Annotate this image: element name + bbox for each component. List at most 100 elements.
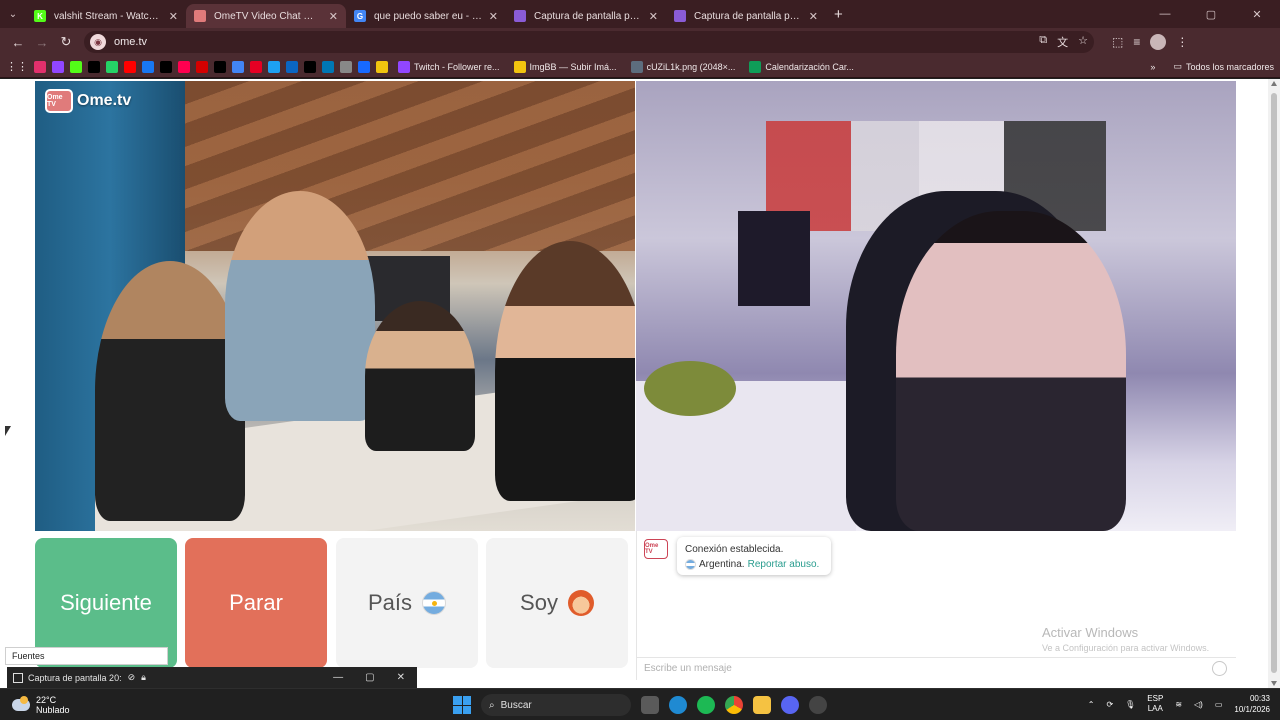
bookmark-favicon-icon[interactable] xyxy=(124,60,136,73)
person-4 xyxy=(495,241,635,501)
bookmark-favicon-icon[interactable] xyxy=(322,60,334,73)
more-bookmarks-icon[interactable]: » xyxy=(1150,62,1155,72)
page-scrollbar[interactable] xyxy=(1268,79,1280,688)
logo-text: Ome.tv xyxy=(77,92,132,109)
lang-primary: ESP xyxy=(1147,694,1164,703)
new-tab-button[interactable]: + xyxy=(834,6,843,23)
language-indicator[interactable]: ESP LAA xyxy=(1147,694,1163,714)
discord-icon[interactable] xyxy=(781,696,799,714)
capture-close-icon[interactable]: ✕ xyxy=(397,672,405,683)
reading-list-icon[interactable]: ≡ xyxy=(1133,35,1140,49)
ometv-page: Ome TV Ome.tv Siguiente Parar País Soy O… xyxy=(0,79,1280,688)
country-button[interactable]: País xyxy=(336,538,478,668)
weather-widget[interactable]: 22°C Nublado xyxy=(12,695,70,715)
bookmark-item[interactable]: Twitch - Follower re... xyxy=(398,60,500,73)
bookmark-item[interactable]: cUZiL1k.png (2048×... xyxy=(630,60,735,73)
stop-button[interactable]: Parar xyxy=(185,538,327,668)
bookmark-favicon-icon[interactable] xyxy=(106,60,118,73)
reload-icon[interactable]: ↻ xyxy=(54,30,78,54)
scroll-up-icon[interactable] xyxy=(1271,81,1277,86)
bookmark-favicon-icon[interactable] xyxy=(250,60,262,73)
profile-avatar[interactable] xyxy=(1150,34,1167,50)
close-icon[interactable]: ✕ xyxy=(1234,0,1280,28)
edge-icon[interactable] xyxy=(669,696,687,714)
report-abuse-link[interactable]: Reportar abuso. xyxy=(748,557,820,572)
tab-close-icon[interactable]: ✕ xyxy=(169,10,178,23)
bookmark-favicon-icon[interactable] xyxy=(196,60,208,73)
bookmark-item[interactable]: Calendarización Car... xyxy=(749,60,854,73)
gender-button[interactable]: Soy xyxy=(486,538,628,668)
tab-close-icon[interactable]: ✕ xyxy=(649,10,658,23)
obs-icon[interactable] xyxy=(809,696,827,714)
person-1 xyxy=(95,261,245,521)
bookmark-favicon-icon[interactable] xyxy=(88,60,100,73)
microphone-icon[interactable]: 🎙︎ xyxy=(1125,700,1135,709)
scroll-down-icon[interactable] xyxy=(1271,681,1277,686)
capture-maximize-icon[interactable]: ▢ xyxy=(365,672,374,683)
activate-windows-title: Activar Windows xyxy=(1042,625,1139,640)
sync-icon[interactable]: ⟳ xyxy=(1106,700,1113,709)
wifi-icon[interactable]: ≋ xyxy=(1175,700,1182,709)
bookmark-favicon-icon[interactable] xyxy=(358,60,370,73)
browser-tab[interactable]: Kvalshit Stream - Watch Live on K ✕ xyxy=(26,4,186,28)
bookmark-favicon-icon[interactable] xyxy=(52,60,64,73)
address-bar[interactable]: ◉ ome.tv ⧉ 文 ☆ xyxy=(84,31,1094,53)
bookmark-favicon-icon[interactable] xyxy=(70,60,82,73)
bookmark-favicon-icon[interactable] xyxy=(268,60,280,73)
apps-icon[interactable]: ⋮⋮ xyxy=(6,60,28,73)
capture-window-title: Captura de pantalla 20: xyxy=(28,672,122,683)
battery-icon[interactable]: ▭ xyxy=(1215,700,1223,709)
all-bookmarks-folder[interactable]: ▭ Todos los marcadores xyxy=(1173,61,1274,72)
start-windows-icon[interactable] xyxy=(453,696,471,714)
task-view-icon[interactable] xyxy=(641,696,659,714)
extensions-icon[interactable]: ⬚ xyxy=(1112,35,1123,49)
file-explorer-icon[interactable] xyxy=(753,696,771,714)
bookmark-star-icon[interactable]: ☆ xyxy=(1078,34,1088,50)
minimize-icon[interactable]: — xyxy=(1142,0,1188,28)
volume-icon[interactable]: ◁) xyxy=(1194,700,1203,709)
browser-tab[interactable]: Captura de pantalla por Lightsh ✕ xyxy=(666,4,826,28)
bookmark-favicon-icon[interactable] xyxy=(34,60,46,73)
message-input[interactable]: Escribe un mensaje xyxy=(637,657,1236,680)
bookmark-item[interactable]: ImgBB — Subir Imá... xyxy=(513,60,617,73)
back-icon[interactable]: ← xyxy=(6,30,30,54)
clock[interactable]: 00:33 10/1/2026 xyxy=(1234,693,1270,715)
browser-tab[interactable]: Gque puedo saber eu - Buscar c ✕ xyxy=(346,4,506,28)
maximize-icon[interactable]: ▢ xyxy=(1188,0,1234,28)
capture-minimize-icon[interactable]: — xyxy=(333,672,343,683)
browser-tab[interactable]: OmeTV Video Chat — Ome ✕ xyxy=(186,4,346,28)
argentina-flag-icon xyxy=(685,559,696,570)
browser-tab[interactable]: Captura de pantalla por Lightsh ✕ xyxy=(506,4,666,28)
chrome-icon[interactable] xyxy=(725,696,743,714)
taskbar-search[interactable]: ⌕ Buscar xyxy=(481,694,631,716)
bookmark-favicon-icon[interactable] xyxy=(214,60,226,73)
bookmark-favicon-icon[interactable] xyxy=(160,60,172,73)
pin-icon[interactable]: ⊘ xyxy=(128,672,136,683)
tab-close-icon[interactable]: ✕ xyxy=(329,10,338,23)
bookmark-favicon-icon[interactable] xyxy=(142,60,154,73)
tab-close-icon[interactable]: ✕ xyxy=(489,10,498,23)
tab-search-icon[interactable]: ⌄ xyxy=(0,0,26,28)
spotify-icon[interactable] xyxy=(697,696,715,714)
tray-chevron-icon[interactable]: ⌃ xyxy=(1088,700,1095,709)
tab-title: que puedo saber eu - Buscar c xyxy=(374,10,483,22)
site-info-icon[interactable]: ◉ xyxy=(90,34,106,50)
forward-icon[interactable]: → xyxy=(30,30,54,54)
install-app-icon[interactable]: ⧉ xyxy=(1039,34,1047,50)
translate-icon[interactable]: 文 xyxy=(1057,34,1068,50)
tab-close-icon[interactable]: ✕ xyxy=(809,10,818,23)
menu-icon[interactable]: ⋮ xyxy=(1176,35,1188,49)
message-placeholder: Escribe un mensaje xyxy=(644,663,732,674)
bookmark-favicon-icon[interactable] xyxy=(376,60,388,73)
bookmark-favicon-icon[interactable] xyxy=(286,60,298,73)
bookmark-favicon-icon[interactable] xyxy=(304,60,316,73)
lock-icon[interactable]: 🔒︎ xyxy=(141,672,146,683)
bookmark-favicon-icon[interactable] xyxy=(178,60,190,73)
weather-condition: Nublado xyxy=(36,704,70,715)
gender-label: Soy xyxy=(520,590,558,615)
emoji-picker-icon[interactable] xyxy=(1212,661,1227,676)
scroll-thumb[interactable] xyxy=(1271,93,1277,673)
bookmark-favicon-icon[interactable] xyxy=(232,60,244,73)
bookmark-favicon-icon[interactable] xyxy=(340,60,352,73)
capture-window-bar: Captura de pantalla 20: ⊘ 🔒︎ — ▢ ✕ xyxy=(7,667,417,688)
